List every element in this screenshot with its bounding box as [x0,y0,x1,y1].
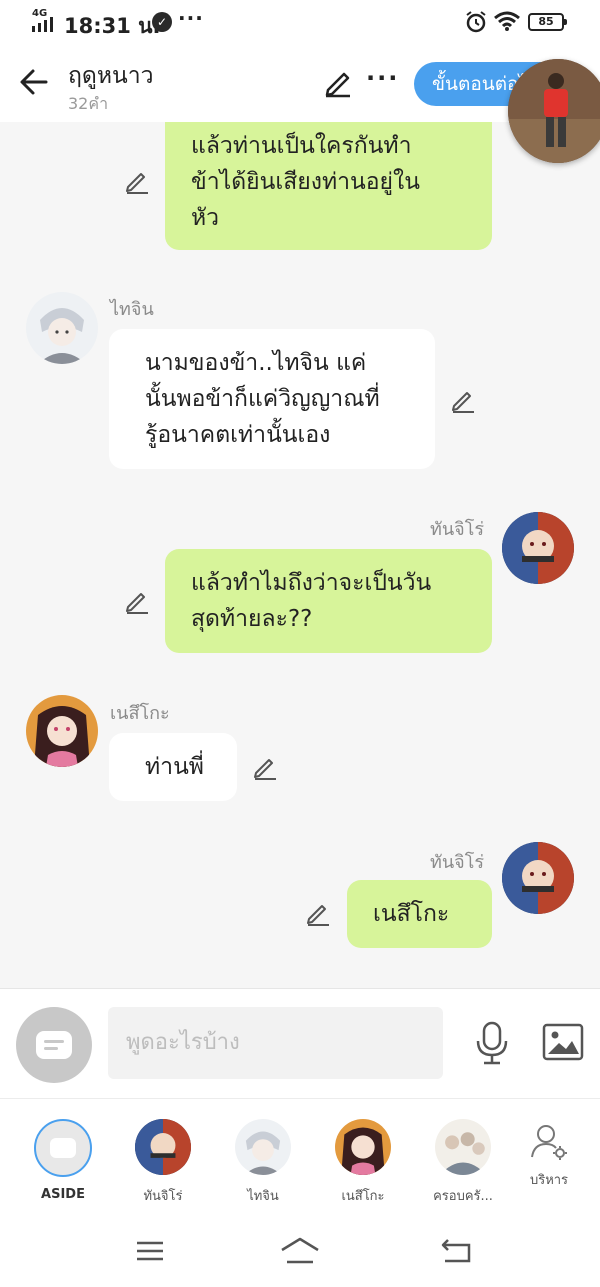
avatar-nezuko-art [335,1119,391,1175]
message-bubble[interactable]: แล้วท่านเป็นใครกันทำ ข้าได้ยินเสียงท่านอ… [165,122,492,250]
avatar-tanjiro-art [502,512,574,584]
avatar-tanjiro[interactable] [502,842,574,914]
pencil-icon[interactable] [124,168,150,194]
wifi-icon [494,11,520,31]
pencil-icon[interactable] [322,66,354,98]
word-count: 32คำ [68,94,109,113]
member-label: ทันจิโร่ [143,1189,183,1204]
sender-name: ทันจิโร่ [430,852,485,873]
member-taijin[interactable]: ไทจิน [218,1119,308,1206]
page-title: ฤดูหนาว [68,63,154,89]
message-line: ท่านพี่ [145,754,204,780]
more-icon[interactable]: ··· [366,64,399,92]
member-nezuko[interactable]: เนสึโกะ [318,1119,408,1206]
member-avatar [435,1119,491,1175]
avatar-taijin-art [235,1119,291,1175]
aside-toggle-button[interactable] [16,1007,92,1083]
message-line: ข้าได้ยินเสียงท่านอยู่ใน [191,169,420,195]
avatar-tanjiro-art [502,842,574,914]
avatar-tanjiro-art [135,1119,191,1175]
microphone-icon[interactable] [474,1021,510,1065]
avatar-nezuko-art [26,695,98,767]
member-family[interactable]: ครอบครั... [418,1119,508,1206]
check-icon: ✓ [152,12,172,32]
message-line: เนสึโกะ [373,901,450,927]
member-aside[interactable]: ASIDE [18,1119,108,1202]
avatar-tanjiro[interactable] [502,512,574,584]
alarm-icon [466,11,486,33]
battery-icon: 85 [528,13,567,31]
chat-bubble-icon [50,1138,76,1158]
message-line: แล้วท่านเป็นใครกันทำ [191,133,412,159]
message-line: นั้นพอข้าก็แค่วิญญาณที่ [145,386,380,412]
avatar-nezuko[interactable] [26,695,98,767]
avatar-taijin-art [26,292,98,364]
member-label: บริหาร [529,1173,569,1188]
status-more-icon: ··· [178,6,204,30]
back-arrow-icon[interactable] [16,64,52,100]
message-input[interactable]: พูดอะไรบ้าง [108,1007,443,1079]
message-bubble[interactable]: ท่านพี่ [109,733,237,801]
pencil-icon[interactable] [305,900,331,926]
aside-avatar [34,1119,92,1177]
chat-area[interactable]: แล้วท่านเป็นใครกันทำ ข้าได้ยินเสียงท่านอ… [0,122,600,988]
message-line: นามของข้า..ไทจิน แค่ [145,350,367,376]
menu-icon[interactable] [136,1240,164,1262]
message-bubble[interactable]: เนสึโกะ [347,880,492,948]
chat-bubble-icon [36,1031,72,1059]
signal-icon [32,17,53,32]
message-line: หัว [191,205,220,231]
member-label: ไทจิน [247,1189,279,1204]
message-line: สุดท้ายละ?? [191,606,313,632]
avatar-taijin[interactable] [26,292,98,364]
message-bubble[interactable]: แล้วทำไมถึงว่าจะเป็นวัน สุดท้ายละ?? [165,549,492,653]
member-avatar [235,1119,291,1175]
sender-name: ไทจิน [110,299,154,320]
pencil-icon[interactable] [252,754,278,780]
sender-name: ทันจิโร่ [430,519,485,540]
home-icon[interactable] [280,1236,320,1266]
clock: 18:31 น. [64,14,161,38]
member-avatar [335,1119,391,1175]
image-icon[interactable] [542,1023,584,1061]
member-label: ASIDE [41,1187,85,1202]
avatar-family-art [435,1119,491,1175]
message-bubble[interactable]: นามของข้า..ไทจิน แค่ นั้นพอข้าก็แค่วิญญา… [109,329,435,469]
pencil-icon[interactable] [450,387,476,413]
member-label: เนสึโกะ [341,1189,385,1204]
system-nav-bar [0,1216,600,1287]
member-label: ครอบครั... [433,1189,493,1204]
member-tanjiro[interactable]: ทันจิโร่ [118,1119,208,1206]
message-line: รู้อนาคตเท่านั้นเอง [145,422,331,448]
message-line: แล้วทำไมถึงว่าจะเป็นวัน [191,570,432,596]
member-manage[interactable]: บริหาร [504,1121,594,1190]
sender-name: เนสึโกะ [110,703,170,724]
status-bar: 4G 18:31 น. ✓ ··· 85 [0,0,600,46]
member-avatar [135,1119,191,1175]
pencil-icon[interactable] [124,588,150,614]
message-composer: พูดอะไรบ้าง [0,988,600,1098]
member-bar: ASIDE ทันจิโร่ ไทจิน เนสึโกะ ครอบครั... … [0,1098,600,1216]
manage-user-icon [531,1125,567,1160]
return-icon[interactable] [440,1238,472,1264]
